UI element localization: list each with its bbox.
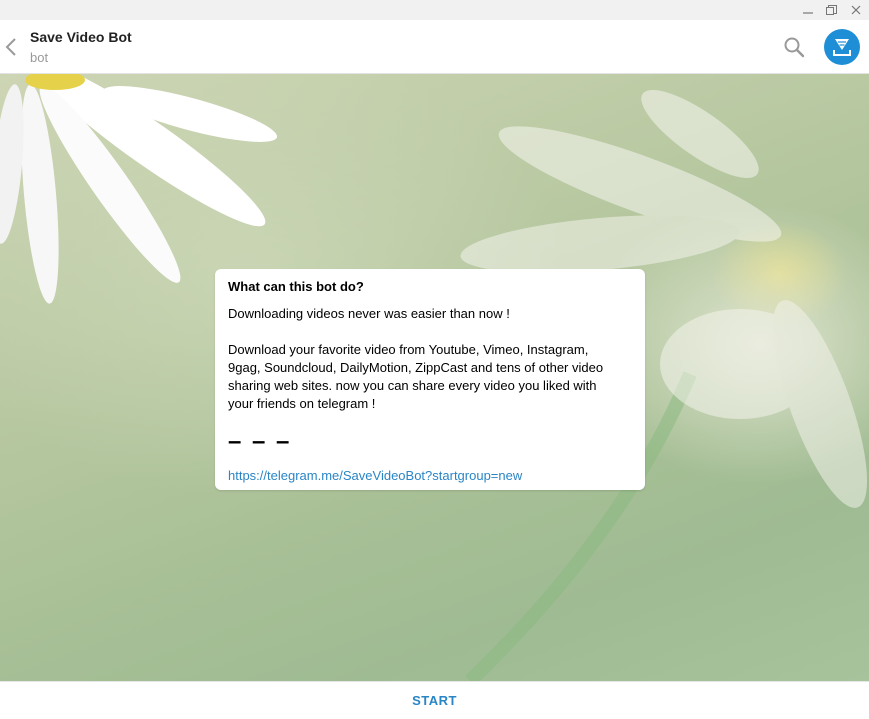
minimize-icon xyxy=(803,12,813,14)
chat-background: What can this bot do? Downloading videos… xyxy=(0,74,869,681)
startgroup-link[interactable]: https://telegram.me/SaveVideoBot?startgr… xyxy=(228,467,522,485)
restore-button[interactable] xyxy=(819,0,843,20)
chevron-left-icon xyxy=(5,38,16,56)
search-button[interactable] xyxy=(783,36,805,58)
download-icon xyxy=(833,39,851,56)
bot-avatar[interactable] xyxy=(824,29,860,65)
chat-status: bot xyxy=(30,50,49,65)
start-button[interactable]: START xyxy=(412,693,457,708)
bot-description-bubble: What can this bot do? Downloading videos… xyxy=(215,269,645,490)
search-icon xyxy=(784,37,805,58)
minimize-button[interactable] xyxy=(796,0,820,20)
title-bar xyxy=(0,0,869,20)
back-button[interactable] xyxy=(2,35,20,59)
close-icon xyxy=(851,5,861,15)
chat-header: Save Video Bot bot xyxy=(0,20,869,74)
restore-icon xyxy=(825,4,837,15)
bottom-bar: START xyxy=(0,681,869,719)
bubble-intro: Downloading videos never was easier than… xyxy=(228,306,510,321)
telegram-window: Save Video Bot bot What can this bot do?… xyxy=(0,0,869,719)
close-button[interactable] xyxy=(844,0,868,20)
bubble-description: Download your favorite video from Youtub… xyxy=(228,342,604,411)
chat-title[interactable]: Save Video Bot xyxy=(30,29,132,45)
bubble-title: What can this bot do? xyxy=(228,279,364,294)
bubble-dashes: – – – xyxy=(228,428,292,455)
